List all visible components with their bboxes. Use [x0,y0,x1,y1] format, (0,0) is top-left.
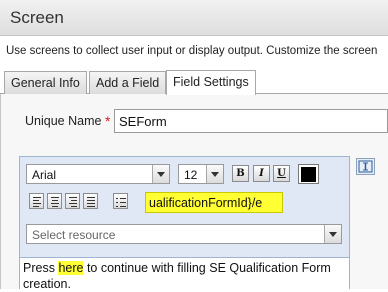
align-justify-button[interactable] [83,193,98,209]
bullet-list-button[interactable] [113,193,128,209]
align-center-button[interactable] [47,193,62,209]
chevron-down-icon [152,165,169,183]
insert-field-icon [358,160,373,173]
tab-field-settings[interactable]: Field Settings [166,70,256,95]
align-left-button[interactable] [29,193,44,209]
unique-name-label: Unique Name [25,114,102,128]
insert-resource-button[interactable] [356,158,375,175]
required-indicator: * [105,113,111,129]
screen-description: Use screens to collect user input or dis… [6,45,378,57]
font-family-select[interactable]: Arial [26,164,170,184]
color-swatch [301,167,316,182]
body-text-before: Press [23,261,59,275]
merge-field-input[interactable] [145,192,283,213]
editor-text-area[interactable]: Press here to continue with filling SE Q… [20,257,349,291]
tab-add-a-field[interactable]: Add a Field [89,71,167,94]
dialog-title: Screen [10,8,64,27]
chevron-down-icon [206,165,223,183]
underline-button[interactable]: U [273,165,290,182]
here-link-text: here [58,261,84,275]
font-size-value: 12 [184,168,198,182]
font-family-value: Arial [32,168,57,182]
font-size-select[interactable]: 12 [178,164,224,184]
bold-button[interactable]: B [232,165,249,182]
unique-name-input[interactable] [114,109,388,133]
text-color-button[interactable] [298,164,319,184]
resource-placeholder: Select resource [32,228,116,242]
chevron-down-icon [324,225,341,243]
align-right-button[interactable] [65,193,80,209]
italic-button[interactable]: I [253,165,270,182]
select-resource-dropdown[interactable]: Select resource [26,224,342,244]
tab-general-info[interactable]: General Info [4,71,87,94]
